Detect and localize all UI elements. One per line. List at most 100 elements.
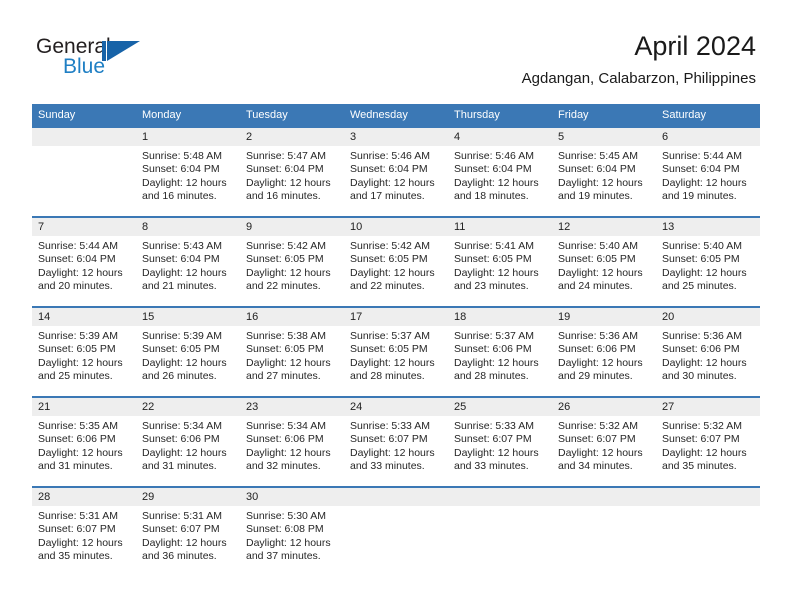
calendar-day-cell[interactable] [656, 486, 760, 577]
calendar-day-cell[interactable]: 15 Sunrise: 5:39 AM Sunset: 6:05 PM Dayligh… [136, 306, 240, 397]
sunset-text: Sunset: 6:05 PM [350, 343, 428, 356]
calendar-day-cell[interactable]: 10 Sunrise: 5:42 AM Sunset: 6:05 PM Dayligh… [344, 216, 448, 307]
day-number: 22 [136, 398, 240, 416]
calendar-day-cell[interactable]: 12 Sunrise: 5:40 AM Sunset: 6:05 PM Dayligh… [552, 216, 656, 307]
sunrise-text: Sunrise: 5:36 AM [558, 330, 638, 342]
calendar-day-cell[interactable]: 20 Sunrise: 5:36 AM Sunset: 6:06 PM Dayligh… [656, 306, 760, 397]
day-details: Sunrise: 5:48 AM Sunset: 6:04 PM Daylight:… [136, 146, 240, 204]
calendar-day-cell[interactable]: 22 Sunrise: 5:34 AM Sunset: 6:06 PM Dayligh… [136, 396, 240, 487]
calendar-day-cell[interactable]: 4 Sunrise: 5:46 AM Sunset: 6:04 PM Daylight… [448, 126, 552, 217]
day-details: Sunrise: 5:40 AM Sunset: 6:05 PM Daylight:… [552, 236, 656, 294]
daylight-text-line1: Daylight: 12 hours [142, 176, 227, 189]
calendar-day-cell[interactable]: 2 Sunrise: 5:47 AM Sunset: 6:04 PM Daylight… [240, 126, 344, 217]
day-number: 12 [552, 218, 656, 236]
calendar-day-cell[interactable]: 8 Sunrise: 5:43 AM Sunset: 6:04 PM Daylight… [136, 216, 240, 307]
daylight-text-line2: and 16 minutes. [246, 190, 321, 203]
calendar-day-cell[interactable]: 23 Sunrise: 5:34 AM Sunset: 6:06 PM Dayligh… [240, 396, 344, 487]
calendar-week-row: 7 Sunrise: 5:44 AM Sunset: 6:04 PM Daylight… [32, 216, 760, 307]
day-details: Sunrise: 5:31 AM Sunset: 6:07 PM Daylight:… [136, 506, 240, 564]
sunrise-text: Sunrise: 5:34 AM [246, 420, 326, 432]
page-header: General Blue April 2024 Agdangan, Calaba… [0, 0, 792, 104]
calendar-day-cell[interactable]: 17 Sunrise: 5:37 AM Sunset: 6:05 PM Dayligh… [344, 306, 448, 397]
weekday-header-tuesday: Tuesday [240, 104, 344, 127]
sunset-text: Sunset: 6:06 PM [662, 343, 740, 356]
calendar-day-cell[interactable]: 28 Sunrise: 5:31 AM Sunset: 6:07 PM Dayligh… [32, 486, 136, 577]
sunset-text: Sunset: 6:05 PM [38, 343, 116, 356]
calendar-day-cell[interactable]: 21 Sunrise: 5:35 AM Sunset: 6:06 PM Dayligh… [32, 396, 136, 487]
sunrise-text: Sunrise: 5:48 AM [142, 150, 222, 162]
calendar-day-cell[interactable]: 14 Sunrise: 5:39 AM Sunset: 6:05 PM Dayligh… [32, 306, 136, 397]
title-block: April 2024 Agdangan, Calabarzon, Philipp… [522, 30, 756, 88]
weekday-header-monday: Monday [136, 104, 240, 127]
day-details: Sunrise: 5:32 AM Sunset: 6:07 PM Daylight:… [656, 416, 760, 474]
day-details: Sunrise: 5:42 AM Sunset: 6:05 PM Daylight:… [344, 236, 448, 294]
calendar-day-cell[interactable]: 5 Sunrise: 5:45 AM Sunset: 6:04 PM Daylight… [552, 126, 656, 217]
sunrise-text: Sunrise: 5:43 AM [142, 240, 222, 252]
calendar-day-cell[interactable] [552, 486, 656, 577]
sunset-text: Sunset: 6:04 PM [454, 163, 532, 176]
daylight-text-line2: and 35 minutes. [662, 460, 737, 473]
day-number: 26 [552, 398, 656, 416]
calendar-day-cell[interactable]: 30 Sunrise: 5:30 AM Sunset: 6:08 PM Dayligh… [240, 486, 344, 577]
daylight-text-line1: Daylight: 12 hours [246, 446, 331, 459]
calendar-day-cell[interactable]: 3 Sunrise: 5:46 AM Sunset: 6:04 PM Daylight… [344, 126, 448, 217]
day-number: 5 [552, 128, 656, 146]
sunrise-text: Sunrise: 5:42 AM [350, 240, 430, 252]
calendar-day-cell[interactable]: 26 Sunrise: 5:32 AM Sunset: 6:07 PM Dayligh… [552, 396, 656, 487]
calendar-day-cell[interactable]: 27 Sunrise: 5:32 AM Sunset: 6:07 PM Dayligh… [656, 396, 760, 487]
day-details: Sunrise: 5:44 AM Sunset: 6:04 PM Daylight:… [656, 146, 760, 204]
calendar-day-cell[interactable] [448, 486, 552, 577]
calendar-day-cell[interactable]: 25 Sunrise: 5:33 AM Sunset: 6:07 PM Dayligh… [448, 396, 552, 487]
weekday-header-sunday: Sunday [32, 104, 136, 127]
sunset-text: Sunset: 6:07 PM [38, 523, 116, 536]
calendar-day-cell[interactable] [32, 126, 136, 217]
calendar-day-cell[interactable]: 7 Sunrise: 5:44 AM Sunset: 6:04 PM Daylight… [32, 216, 136, 307]
day-number: 30 [240, 488, 344, 506]
day-details: Sunrise: 5:31 AM Sunset: 6:07 PM Daylight:… [32, 506, 136, 564]
day-details: Sunrise: 5:33 AM Sunset: 6:07 PM Daylight:… [448, 416, 552, 474]
calendar-day-cell[interactable] [344, 486, 448, 577]
daylight-text-line1: Daylight: 12 hours [38, 356, 123, 369]
sunrise-text: Sunrise: 5:33 AM [454, 420, 534, 432]
daylight-text-line1: Daylight: 12 hours [558, 176, 643, 189]
sunset-text: Sunset: 6:04 PM [142, 253, 220, 266]
sunset-text: Sunset: 6:06 PM [246, 433, 324, 446]
calendar-day-cell[interactable]: 11 Sunrise: 5:41 AM Sunset: 6:05 PM Dayligh… [448, 216, 552, 307]
sunrise-text: Sunrise: 5:35 AM [38, 420, 118, 432]
sunrise-text: Sunrise: 5:44 AM [38, 240, 118, 252]
triangle-flag-icon [107, 41, 140, 61]
sunset-text: Sunset: 6:06 PM [38, 433, 116, 446]
calendar-day-cell[interactable]: 18 Sunrise: 5:37 AM Sunset: 6:06 PM Dayligh… [448, 306, 552, 397]
calendar-day-cell[interactable]: 24 Sunrise: 5:33 AM Sunset: 6:07 PM Dayligh… [344, 396, 448, 487]
calendar-day-cell[interactable]: 9 Sunrise: 5:42 AM Sunset: 6:05 PM Daylight… [240, 216, 344, 307]
calendar-day-cell[interactable]: 16 Sunrise: 5:38 AM Sunset: 6:05 PM Dayligh… [240, 306, 344, 397]
daylight-text-line1: Daylight: 12 hours [142, 356, 227, 369]
daylight-text-line2: and 19 minutes. [558, 190, 633, 203]
daylight-text-line1: Daylight: 12 hours [662, 356, 747, 369]
calendar-day-cell[interactable]: 29 Sunrise: 5:31 AM Sunset: 6:07 PM Dayligh… [136, 486, 240, 577]
day-number: 1 [136, 128, 240, 146]
day-number: 14 [32, 308, 136, 326]
daylight-text-line2: and 31 minutes. [142, 460, 217, 473]
sunrise-text: Sunrise: 5:30 AM [246, 510, 326, 522]
general-blue-logo[interactable]: General Blue [36, 36, 176, 84]
day-details: Sunrise: 5:42 AM Sunset: 6:05 PM Daylight:… [240, 236, 344, 294]
day-number: 8 [136, 218, 240, 236]
day-details: Sunrise: 5:34 AM Sunset: 6:06 PM Daylight:… [136, 416, 240, 474]
sunrise-text: Sunrise: 5:47 AM [246, 150, 326, 162]
calendar-header-row: Sunday Monday Tuesday Wednesday Thursday… [32, 104, 760, 127]
sunset-text: Sunset: 6:07 PM [350, 433, 428, 446]
sunrise-text: Sunrise: 5:38 AM [246, 330, 326, 342]
day-details: Sunrise: 5:35 AM Sunset: 6:06 PM Daylight:… [32, 416, 136, 474]
sunset-text: Sunset: 6:05 PM [558, 253, 636, 266]
daylight-text-line2: and 27 minutes. [246, 370, 321, 383]
sunset-text: Sunset: 6:06 PM [142, 433, 220, 446]
calendar-day-cell[interactable]: 1 Sunrise: 5:48 AM Sunset: 6:04 PM Daylight… [136, 126, 240, 217]
daylight-text-line2: and 29 minutes. [558, 370, 633, 383]
sunset-text: Sunset: 6:07 PM [662, 433, 740, 446]
calendar-day-cell[interactable]: 13 Sunrise: 5:40 AM Sunset: 6:05 PM Dayligh… [656, 216, 760, 307]
day-details: Sunrise: 5:43 AM Sunset: 6:04 PM Daylight:… [136, 236, 240, 294]
calendar-day-cell[interactable]: 19 Sunrise: 5:36 AM Sunset: 6:06 PM Dayligh… [552, 306, 656, 397]
calendar-day-cell[interactable]: 6 Sunrise: 5:44 AM Sunset: 6:04 PM Daylight… [656, 126, 760, 217]
sunrise-text: Sunrise: 5:46 AM [454, 150, 534, 162]
